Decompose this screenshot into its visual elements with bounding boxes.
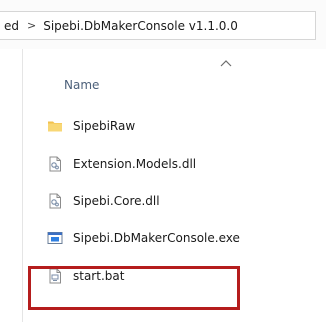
dll-file-icon xyxy=(49,193,61,209)
sort-ascending-icon[interactable] xyxy=(219,58,233,68)
file-name: Extension.Models.dll xyxy=(73,157,197,171)
address-bar: ed > Sipebi.DbMakerConsole v1.1.0.0 xyxy=(0,0,326,49)
file-name: Sipebi.Core.dll xyxy=(73,194,160,208)
column-header-row: Name xyxy=(23,49,326,97)
file-row-sipebiraw[interactable]: SipebiRaw xyxy=(23,112,326,141)
file-row-sipebi-core-dll[interactable]: Sipebi.Core.dll xyxy=(23,187,326,216)
file-row-extension-models-dll[interactable]: Extension.Models.dll xyxy=(23,150,326,179)
folder-icon xyxy=(48,121,62,132)
address-box[interactable]: ed > Sipebi.DbMakerConsole v1.1.0.0 xyxy=(0,11,316,40)
exe-file-icon xyxy=(47,232,63,244)
navigation-pane xyxy=(0,49,23,322)
column-header-name[interactable]: Name xyxy=(64,78,99,92)
highlight-annotation-box xyxy=(28,266,240,310)
file-name: SipebiRaw xyxy=(73,119,136,133)
breadcrumb-current-folder[interactable]: Sipebi.DbMakerConsole v1.1.0.0 xyxy=(43,19,238,33)
breadcrumb-separator-icon[interactable]: > xyxy=(27,19,36,32)
file-name: Sipebi.DbMakerConsole.exe xyxy=(73,231,240,245)
file-row-sipebi-dbmakerconsole-exe[interactable]: Sipebi.DbMakerConsole.exe xyxy=(23,224,326,253)
breadcrumb-previous[interactable]: ed xyxy=(0,19,19,33)
dll-file-icon xyxy=(49,156,61,172)
